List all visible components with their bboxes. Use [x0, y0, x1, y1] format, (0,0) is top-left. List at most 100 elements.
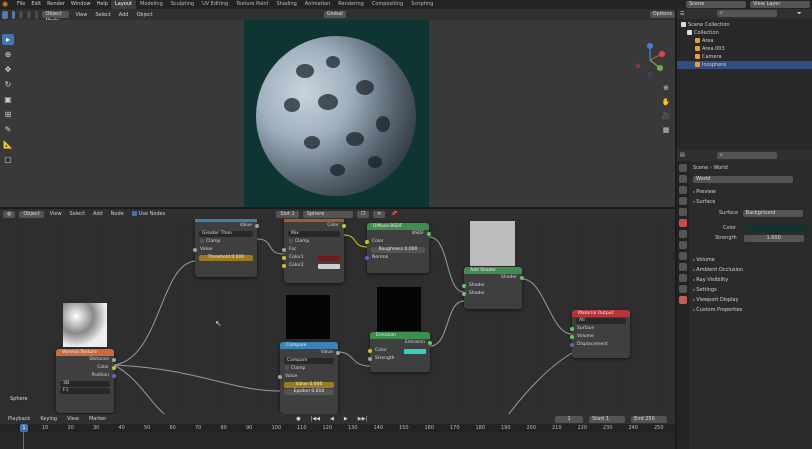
viewport-options[interactable]: Options [649, 11, 676, 18]
view-layer-tab-icon[interactable] [679, 197, 687, 205]
tab-layout[interactable]: Layout [111, 0, 136, 9]
outliner-scene-collection[interactable]: Scene Collection [677, 21, 812, 29]
navigation-gizmo[interactable] [630, 40, 670, 80]
outliner-editor-icon[interactable]: ☰ [680, 11, 684, 17]
tab-modeling[interactable]: Modeling [136, 0, 167, 9]
section-ray-visibility[interactable]: Ray Visibility [689, 275, 812, 284]
jump-end-icon[interactable]: ▶▶| [356, 416, 369, 422]
rotate-tool-icon[interactable]: ↻ [2, 79, 14, 90]
cursor-tool-icon[interactable]: ⊕ [2, 49, 14, 60]
rendered-sphere[interactable] [256, 36, 416, 196]
menu-help[interactable]: Help [94, 0, 111, 9]
tab-texture-paint[interactable]: Texture Paint [232, 0, 272, 9]
perspective-grid-icon[interactable]: ▦ [661, 126, 671, 135]
scene-tab-icon[interactable] [679, 208, 687, 216]
zoom-icon[interactable]: ⊕ [661, 84, 671, 93]
record-icon[interactable]: ● [294, 416, 302, 422]
outliner-item-area-003[interactable]: Area.003 [677, 45, 812, 53]
tab-animation[interactable]: Animation [301, 0, 335, 9]
tab-compositing[interactable]: Compositing [368, 0, 407, 9]
outliner-item-camera[interactable]: Camera [677, 53, 812, 61]
timeline-menu-playback[interactable]: Playback [6, 416, 32, 422]
menu-file[interactable]: File [14, 0, 28, 9]
constraints-tab-icon[interactable] [679, 274, 687, 282]
viewport-menu-select[interactable]: Select [93, 12, 112, 18]
viewport-menu-object[interactable]: Object [134, 12, 154, 18]
blender-logo-icon[interactable]: ◉ [2, 1, 10, 8]
data-tab-icon[interactable] [679, 285, 687, 293]
world-tab-icon[interactable] [679, 219, 687, 227]
select-box-icon[interactable] [2, 10, 8, 19]
slot-selector[interactable]: Slot 1 [276, 210, 299, 218]
tab-sculpting[interactable]: Sculpting [167, 0, 198, 9]
move-tool-icon[interactable]: ✥ [2, 64, 14, 75]
jump-start-icon[interactable]: |◀◀ [309, 416, 322, 422]
start-frame-field[interactable]: Start 1 [589, 415, 626, 423]
play-reverse-icon[interactable]: ◀ [328, 416, 336, 422]
material-unlink-icon[interactable]: ✕ [373, 210, 386, 218]
menu-edit[interactable]: Edit [28, 0, 44, 9]
strength-field[interactable]: 1.000 [743, 235, 804, 242]
properties-search[interactable]: ⌕ [717, 152, 777, 159]
editor-type-icon[interactable]: ◍ [3, 210, 16, 218]
view-layer-selector[interactable]: View Layer [750, 1, 810, 8]
menu-render[interactable]: Render [44, 0, 68, 9]
section-custom-properties[interactable]: Custom Properties [689, 305, 812, 314]
mode-selector[interactable]: Object Mode [42, 11, 70, 24]
pan-hand-icon[interactable]: ✋ [661, 98, 671, 107]
material-duplicate-icon[interactable]: ❐ [356, 210, 370, 218]
section-viewport-display[interactable]: Viewport Display [689, 295, 812, 304]
object-tab-icon[interactable] [679, 230, 687, 238]
viewport-menu-view[interactable]: View [73, 12, 89, 18]
camera-view-icon[interactable]: 🎥 [661, 112, 671, 121]
scale-tool-icon[interactable]: ▣ [2, 94, 14, 105]
tab-scripting[interactable]: Scripting [407, 0, 437, 9]
shader-type-selector[interactable]: Object [19, 210, 44, 218]
material-selector[interactable]: Sphere [302, 210, 353, 218]
world-selector[interactable]: World [693, 176, 793, 183]
node-menu-node[interactable]: Node [109, 211, 126, 217]
outliner-item-area[interactable]: Area [677, 37, 812, 45]
outliner-collection[interactable]: Collection [677, 29, 812, 37]
tool-tab-icon[interactable] [679, 164, 687, 172]
filter-icon[interactable]: ⏷ [797, 10, 802, 18]
annotate-tool-icon[interactable]: ✎ [2, 124, 14, 135]
transform-tool-icon[interactable]: ⊞ [2, 109, 14, 120]
physics-tab-icon[interactable] [679, 263, 687, 271]
section-ambient-occlusion[interactable]: Ambient Occlusion [689, 265, 812, 274]
select-mode-extend-icon[interactable] [19, 10, 23, 19]
menu-window[interactable]: Window [68, 0, 94, 9]
timeline-menu-marker[interactable]: Marker [87, 416, 108, 422]
render-tab-icon[interactable] [679, 175, 687, 183]
material-tab-icon[interactable] [679, 296, 687, 304]
timeline-menu-keying[interactable]: Keying [38, 416, 59, 422]
transform-orientation[interactable]: Global [323, 11, 346, 18]
tab-uv-editing[interactable]: UV Editing [198, 0, 232, 9]
use-nodes-checkbox[interactable]: Use Nodes [130, 211, 168, 217]
section-volume[interactable]: Volume [689, 255, 812, 264]
end-frame-field[interactable]: End 250 [631, 415, 668, 423]
section-settings[interactable]: Settings [689, 285, 812, 294]
surface-shader-selector[interactable]: Background [742, 210, 803, 217]
pin-icon[interactable]: 📌 [389, 211, 399, 217]
node-menu-add[interactable]: Add [91, 211, 105, 217]
modifier-tab-icon[interactable] [679, 241, 687, 249]
select-mode-subtract-icon[interactable] [27, 10, 31, 19]
node-menu-view[interactable]: View [48, 211, 64, 217]
world-color-swatch[interactable] [748, 224, 809, 231]
outliner-item-icosphere[interactable]: Icosphere [677, 61, 812, 69]
node-menu-select[interactable]: Select [68, 211, 87, 217]
tab-rendering[interactable]: Rendering [334, 0, 368, 9]
timeline-menu-view[interactable]: View [65, 416, 81, 422]
playhead[interactable]: 1 [20, 424, 28, 432]
section-surface[interactable]: Surface [689, 197, 812, 206]
current-frame-field[interactable]: 1 [555, 415, 584, 423]
timeline-ruler[interactable]: 1102030405060708090100110120130140150160… [0, 424, 675, 433]
select-mode-new-icon[interactable] [11, 10, 16, 19]
add-cube-tool-icon[interactable]: ▢ [2, 154, 14, 165]
tab-shading[interactable]: Shading [272, 0, 300, 9]
outliner-search[interactable]: ⌕ [717, 10, 777, 17]
properties-editor-icon[interactable]: ▤ [680, 152, 685, 158]
particles-tab-icon[interactable] [679, 252, 687, 260]
select-tool-icon[interactable]: ▸ [2, 34, 14, 45]
